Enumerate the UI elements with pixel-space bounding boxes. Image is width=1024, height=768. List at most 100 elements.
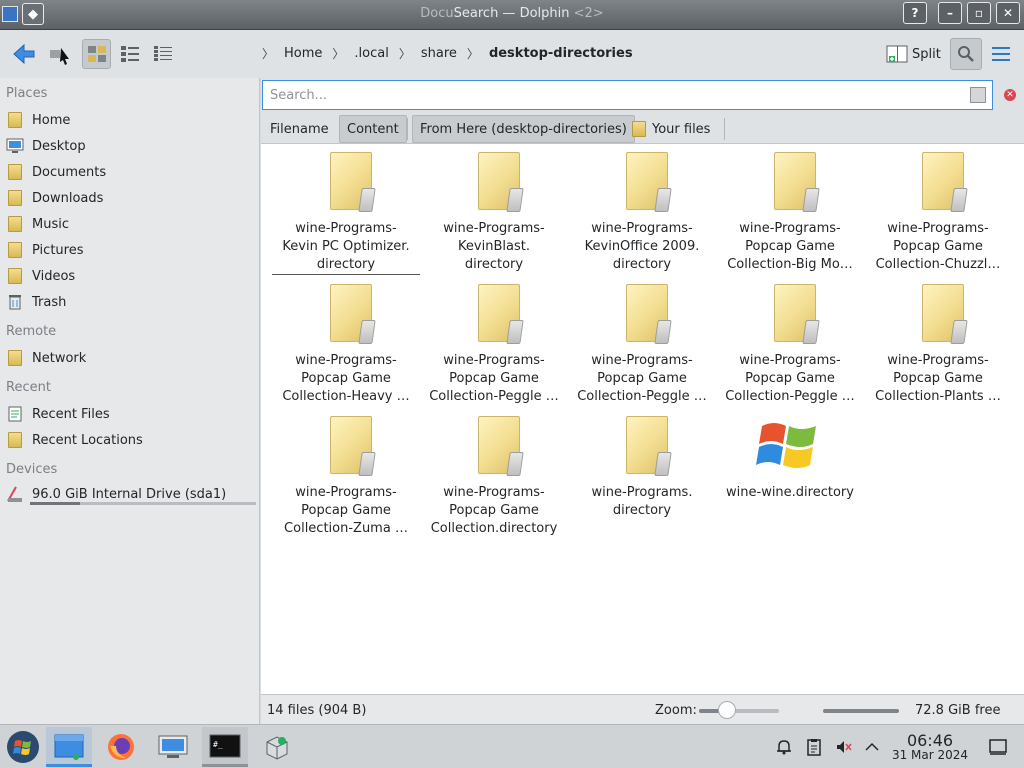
- split-button[interactable]: Split: [886, 40, 941, 68]
- dolphin-task-button[interactable]: [46, 727, 92, 767]
- breadcrumb-local[interactable]: .local: [354, 46, 388, 61]
- terminal-task-button[interactable]: #_: [202, 727, 248, 767]
- close-search-icon[interactable]: ✕: [1004, 89, 1016, 101]
- arrow-right-icon: [50, 48, 69, 65]
- window-title-text: Search — Dolphin: [453, 6, 570, 21]
- file-manager-icon: [54, 734, 84, 760]
- zoom-slider-handle[interactable]: [718, 701, 736, 719]
- search-input[interactable]: [262, 80, 993, 110]
- sidebar-item-trash[interactable]: Trash: [6, 290, 256, 314]
- file-item-label: wine-Programs- KevinBlast. directory: [443, 221, 545, 272]
- file-item-label: wine-Programs- Popcap Game Collection-Bi…: [727, 221, 853, 272]
- folder-icon: [774, 284, 820, 344]
- filter-from-here-button[interactable]: From Here (desktop-directories): [412, 115, 635, 143]
- zoom-slider[interactable]: [699, 709, 779, 713]
- sidebar-item-network[interactable]: Network: [6, 346, 256, 370]
- file-item-label: wine-Programs- Kevin PC Optimizer. direc…: [272, 220, 420, 275]
- help-button[interactable]: ?: [903, 2, 927, 24]
- file-item-label: wine-Programs- Popcap Game Collection-Zu…: [284, 485, 408, 536]
- breadcrumb-share[interactable]: share: [421, 46, 457, 61]
- split-button-label: Split: [912, 46, 941, 62]
- places-panel: Places Home Desktop Documents Downloads …: [0, 78, 260, 724]
- breadcrumb-separator[interactable]: 〉: [467, 45, 479, 62]
- chevron-up-icon[interactable]: [862, 737, 882, 757]
- sidebar-item-recent-files[interactable]: Recent Files: [6, 402, 256, 426]
- folder-icon: [626, 284, 672, 344]
- firefox-icon: [108, 734, 134, 760]
- sidebar-item-pictures[interactable]: Pictures: [6, 238, 256, 262]
- file-view-panel: ✕ Filename Content From Here (desktop-di…: [261, 78, 1024, 724]
- window-titlebar[interactable]: ◆ DocuSearch — Dolphin <2> ? – ▫ ✕: [0, 0, 1024, 30]
- sidebar-item-desktop[interactable]: Desktop: [6, 134, 256, 158]
- file-item-label: wine-Programs- Popcap Game Collection.di…: [430, 485, 558, 536]
- details-view-button[interactable]: [149, 39, 178, 69]
- sidebar-item-label: Desktop: [32, 138, 86, 154]
- forward-button[interactable]: [42, 39, 74, 69]
- clock-date[interactable]: 31 Mar 2024: [888, 748, 972, 762]
- section-remote: Remote: [6, 324, 57, 339]
- status-file-count: 14 files (904 B): [267, 703, 367, 718]
- folder-icon: [774, 152, 820, 212]
- file-item-label: wine-Programs- Popcap Game Collection-Ch…: [875, 221, 1001, 272]
- notifications-icon[interactable]: [774, 737, 794, 757]
- sidebar-item-label: 96.0 GiB Internal Drive (sda1): [32, 486, 227, 502]
- sidebar-item-label: Network: [32, 350, 87, 366]
- sidebar-item-videos[interactable]: Videos: [6, 264, 256, 288]
- close-button[interactable]: ✕: [996, 2, 1020, 24]
- folder-icon: [478, 284, 524, 344]
- sidebar-item-documents[interactable]: Documents: [6, 160, 256, 184]
- save-search-icon[interactable]: [970, 87, 986, 103]
- breadcrumb-root-arrow[interactable]: 〉: [262, 45, 274, 62]
- folder-icon: [478, 152, 524, 212]
- volume-muted-icon[interactable]: [834, 737, 854, 757]
- start-menu-button[interactable]: [0, 727, 46, 767]
- recent-locations-icon: [6, 431, 24, 449]
- details-view-icon: [154, 46, 173, 61]
- arrow-left-icon: [13, 43, 35, 65]
- your-files-folder-icon: [632, 121, 646, 137]
- desktop-icon: [6, 137, 24, 155]
- breadcrumb-separator[interactable]: 〉: [399, 45, 411, 62]
- free-space-bar: [823, 709, 899, 713]
- network-folder-icon: [6, 349, 24, 367]
- drive-usage-bar: [30, 502, 256, 505]
- clipboard-icon[interactable]: [804, 737, 824, 757]
- show-desktop-icon[interactable]: [988, 737, 1008, 757]
- hamburger-menu-button[interactable]: [986, 40, 1016, 68]
- filter-your-files-button[interactable]: Your files: [625, 115, 717, 143]
- filter-content-button[interactable]: Content: [339, 115, 407, 143]
- window-title-instance: <2>: [573, 6, 604, 21]
- sidebar-item-label: Home: [32, 112, 71, 128]
- sidebar-item-home[interactable]: Home: [6, 108, 256, 132]
- hamburger-line: [992, 53, 1010, 55]
- section-devices: Devices: [6, 462, 58, 477]
- sidebar-item-downloads[interactable]: Downloads: [6, 186, 256, 210]
- file-item-label: wine-Programs- Popcap Game Collection-Pe…: [577, 353, 707, 404]
- system-settings-task-button[interactable]: [150, 727, 196, 767]
- sidebar-item-label: Downloads: [32, 190, 104, 206]
- maximize-button[interactable]: ▫: [967, 2, 991, 24]
- free-space-label: 72.8 GiB free: [915, 703, 1001, 718]
- icons-view-button[interactable]: [82, 39, 112, 69]
- folder-icon: [330, 284, 376, 344]
- sidebar-item-label: Trash: [32, 294, 67, 310]
- windows-logo-icon: [756, 416, 820, 476]
- search-filter-bar: Filename Content From Here (desktop-dire…: [261, 113, 1024, 144]
- software-center-task-button[interactable]: [254, 727, 300, 767]
- breadcrumb-home[interactable]: Home: [284, 46, 322, 61]
- section-places: Places: [6, 86, 48, 101]
- back-button[interactable]: [8, 39, 40, 69]
- compact-view-button[interactable]: [115, 39, 144, 69]
- hamburger-line: [992, 59, 1010, 61]
- breadcrumb-separator[interactable]: 〉: [332, 45, 344, 62]
- breadcrumb-current[interactable]: desktop-directories: [489, 46, 633, 61]
- filter-filename-button[interactable]: Filename: [263, 115, 336, 143]
- sidebar-item-recent-locations[interactable]: Recent Locations: [6, 428, 256, 452]
- sidebar-item-music[interactable]: Music: [6, 212, 256, 236]
- minimize-button[interactable]: –: [938, 2, 962, 24]
- firefox-task-button[interactable]: [98, 727, 144, 767]
- folder-icon: [626, 416, 672, 476]
- folder-icon: [922, 284, 968, 344]
- package-icon: [266, 736, 288, 760]
- search-toggle-button[interactable]: [950, 38, 982, 70]
